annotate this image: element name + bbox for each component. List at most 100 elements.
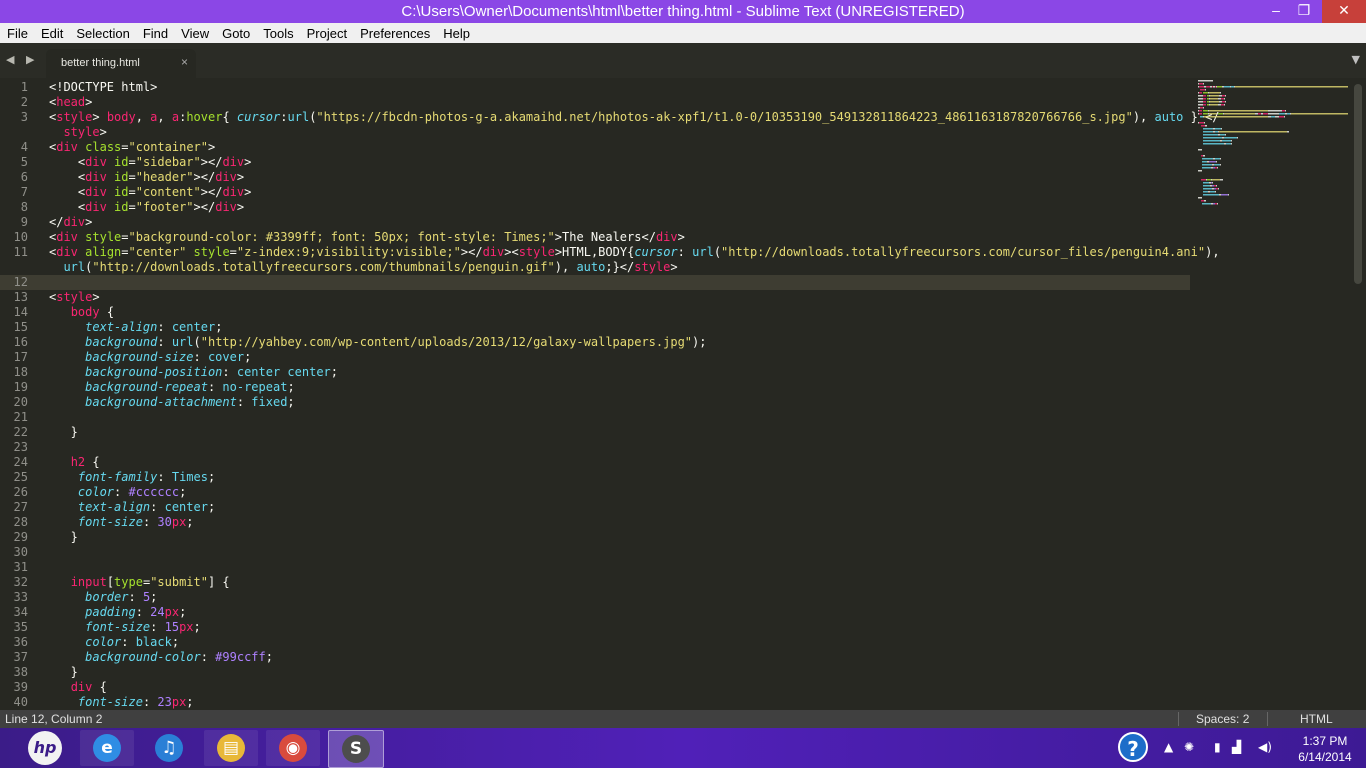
code-line[interactable]: 2 <head> xyxy=(0,95,1190,110)
menu-edit[interactable]: Edit xyxy=(34,26,69,41)
minimap-mark xyxy=(1214,188,1216,190)
battery-icon[interactable]: ▮ xyxy=(1214,740,1221,754)
code-line[interactable]: 21 xyxy=(0,410,1190,425)
code-token: no-repeat xyxy=(222,380,288,394)
maximize-button[interactable]: ❐ xyxy=(1290,0,1318,23)
code-line[interactable]: 26 color: #cccccc; xyxy=(0,485,1190,500)
volume-icon[interactable]: ◀) xyxy=(1258,740,1272,754)
code-line[interactable]: 9 </div> xyxy=(0,215,1190,230)
code-line[interactable]: 38 } xyxy=(0,665,1190,680)
tray-app-icon[interactable]: ✺ xyxy=(1184,740,1194,754)
code-line[interactable]: 4 <div class="container"> xyxy=(0,140,1190,155)
code-line[interactable]: 22 } xyxy=(0,425,1190,440)
code-token: cursor xyxy=(634,245,678,259)
code-line[interactable]: 15 text-align: center; xyxy=(0,320,1190,335)
network-icon[interactable]: ▟ xyxy=(1232,740,1241,754)
code-line[interactable]: 1 <!DOCTYPE html> xyxy=(0,80,1190,95)
system-clock[interactable]: 1:37 PM 6/14/2014 xyxy=(1290,733,1360,765)
itunes-icon[interactable]: ♫ xyxy=(142,730,196,766)
help-icon[interactable]: ? xyxy=(1118,732,1148,762)
code-line[interactable]: 33 border: 5; xyxy=(0,590,1190,605)
syntax-mode[interactable]: HTML xyxy=(1300,712,1333,726)
tab-prev-icon[interactable]: ◀ xyxy=(6,53,14,66)
code-line[interactable]: 7 <div id="content"></div> xyxy=(0,185,1190,200)
code-line[interactable]: 23 xyxy=(0,440,1190,455)
code-line[interactable]: 40 font-size: 23px; xyxy=(0,695,1190,710)
internet-explorer-icon[interactable]: e xyxy=(80,730,134,766)
chrome-icon[interactable]: ◉ xyxy=(266,730,320,766)
code-line[interactable]: 5 <div id="sidebar"></div> xyxy=(0,155,1190,170)
menu-file[interactable]: File xyxy=(0,26,34,41)
code-line[interactable]: 27 text-align: center; xyxy=(0,500,1190,515)
menu-preferences[interactable]: Preferences xyxy=(353,26,436,41)
code-line[interactable]: 10 <div style="background-color: #3399ff;… xyxy=(0,230,1190,245)
code-line[interactable]: 36 color: black; xyxy=(0,635,1190,650)
code-line[interactable]: 24 h2 { xyxy=(0,455,1190,470)
minimap-mark xyxy=(1201,125,1205,127)
code-line[interactable]: 39 div { xyxy=(0,680,1190,695)
code-line[interactable]: 14 body { xyxy=(0,305,1190,320)
code-line[interactable]: 18 background-position: center center; xyxy=(0,365,1190,380)
minimap-mark xyxy=(1213,203,1215,205)
code-line[interactable]: 32 input[type="submit"] { xyxy=(0,575,1190,590)
indentation-setting[interactable]: Spaces: 2 xyxy=(1196,712,1249,726)
code-line[interactable]: 3 <style> body, a, a:hover{ cursor:url("h… xyxy=(0,110,1220,125)
code-editor[interactable]: 1 <!DOCTYPE html> 2 <head> 3 <style> body, a,… xyxy=(0,78,1366,710)
start-button[interactable]: hp xyxy=(28,731,62,765)
code-line[interactable]: 20 background-attachment: fixed; xyxy=(0,395,1190,410)
tab-better-thing[interactable]: better thing.html × xyxy=(46,49,196,78)
code-line[interactable]: 11 <div align="center" style="z-index:9;v… xyxy=(0,245,1220,260)
tab-close-icon[interactable]: × xyxy=(181,55,188,69)
code-text: font-family: Times; xyxy=(49,470,215,485)
code-token: ; xyxy=(186,515,194,529)
menu-goto[interactable]: Goto xyxy=(215,26,256,41)
minimap-mark xyxy=(1235,86,1348,88)
code-line[interactable]: 19 background-repeat: no-repeat; xyxy=(0,380,1190,395)
tab-menu-icon[interactable]: ▼ xyxy=(1352,53,1360,66)
code-token: "z-index:9;visibility:visible;" xyxy=(236,245,461,259)
menu-selection[interactable]: Selection xyxy=(69,26,135,41)
code-token: : xyxy=(121,635,136,649)
close-button[interactable]: ✕ xyxy=(1322,0,1366,23)
minimap-mark xyxy=(1221,128,1222,130)
code-line[interactable]: 29 } xyxy=(0,530,1190,545)
code-line[interactable]: 28 font-size: 30px; xyxy=(0,515,1190,530)
code-line[interactable]: 35 font-size: 15px; xyxy=(0,620,1190,635)
minimize-button[interactable]: – xyxy=(1262,0,1290,23)
code-line[interactable]: 12 xyxy=(0,275,1190,290)
menu-project[interactable]: Project xyxy=(300,26,353,41)
code-line[interactable]: 34 padding: 24px; xyxy=(0,605,1190,620)
code-line[interactable]: url("http://downloads.totallyfreecursors… xyxy=(0,260,1190,275)
minimap[interactable] xyxy=(1198,80,1348,280)
taskbar: hp e ♫ ▤ ◉ S ? ▲ ✺ ▮ ▟ ◀) 1:37 PM 6/14/2… xyxy=(0,728,1366,768)
menu-find[interactable]: Find xyxy=(136,26,174,41)
file-explorer-icon[interactable]: ▤ xyxy=(204,730,258,766)
minimap-mark xyxy=(1203,131,1213,133)
code-line[interactable]: 17 background-size: cover; xyxy=(0,350,1190,365)
minimap-mark xyxy=(1284,116,1285,118)
code-line[interactable]: 30 xyxy=(0,545,1190,560)
code-lines[interactable]: 1 <!DOCTYPE html> 2 <head> 3 <style> body, a,… xyxy=(0,80,1220,710)
code-line[interactable]: 6 <div id="header"></div> xyxy=(0,170,1190,185)
code-line[interactable]: 16 background: url("http://yahbey.com/wp… xyxy=(0,335,1190,350)
code-line[interactable]: 13 <style> xyxy=(0,290,1190,305)
code-line[interactable]: 25 font-family: Times; xyxy=(0,470,1190,485)
vertical-scrollbar[interactable] xyxy=(1354,84,1362,284)
tab-next-icon[interactable]: ▶ xyxy=(26,53,34,66)
code-token: >< xyxy=(504,245,519,259)
code-line[interactable]: 8 <div id="footer"></div> xyxy=(0,200,1190,215)
code-token: 23 xyxy=(157,695,172,709)
menu-help[interactable]: Help xyxy=(436,26,476,41)
code-token: ; xyxy=(150,590,158,604)
code-line[interactable]: 37 background-color: #99ccff; xyxy=(0,650,1190,665)
code-token: px xyxy=(171,695,187,709)
minimap-mark xyxy=(1237,137,1238,139)
show-hidden-icons-icon[interactable]: ▲ xyxy=(1164,740,1173,754)
sublime-text-icon[interactable]: S xyxy=(328,730,384,768)
code-line[interactable]: 31 xyxy=(0,560,1190,575)
menu-tools[interactable]: Tools xyxy=(256,26,299,41)
minimap-mark xyxy=(1271,116,1275,118)
menu-view[interactable]: View xyxy=(174,26,215,41)
code-line[interactable]: style> xyxy=(0,125,1190,140)
